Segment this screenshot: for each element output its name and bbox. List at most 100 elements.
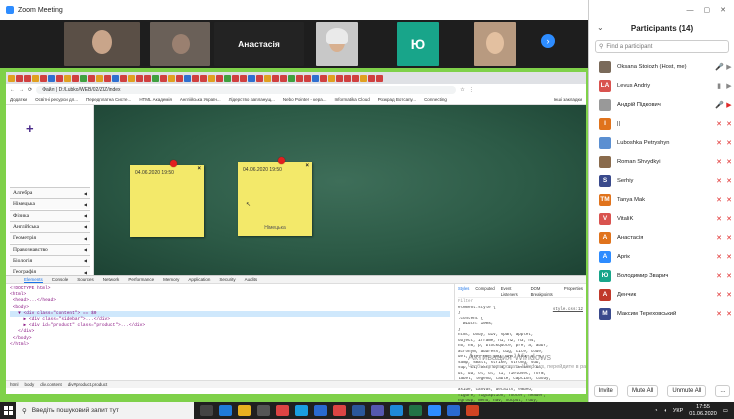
microphone-icon[interactable]: ✕ [715,139,723,147]
browser-tab-favicon-icon[interactable] [296,74,303,82]
zoom-icon[interactable] [428,405,441,416]
file-explorer-icon[interactable] [238,405,251,416]
edge-icon[interactable] [219,405,232,416]
clock[interactable]: 17:55 01.06.2020 [689,404,717,417]
breadcrumb-item[interactable]: div.content [40,382,61,387]
video-camera-icon[interactable]: ✕ [725,272,733,280]
footer-button[interactable]: Invite [593,385,618,397]
browser-tab-favicon-icon[interactable] [32,74,39,82]
footer-button[interactable]: Mute All [626,385,659,397]
browser-tab-favicon-icon[interactable] [48,74,55,82]
video-camera-icon[interactable]: ✕ [725,139,733,147]
browser-tab-favicon-icon[interactable] [304,74,311,82]
note-close-icon[interactable]: × [197,166,201,172]
video-camera-icon[interactable]: ✕ [725,291,733,299]
browser-tab-favicon-icon[interactable] [96,74,103,82]
browser-tab-favicon-icon[interactable] [144,74,151,82]
styles-tab[interactable]: Styles [458,286,469,297]
browser-tab-favicon-icon[interactable] [352,74,359,82]
network-icon[interactable]: ◔ [654,408,657,414]
mail-icon[interactable] [447,405,460,416]
styles-tab[interactable]: Computed [475,286,494,297]
participant-row[interactable]: A Анастасія ✕ ✕ [589,228,734,247]
video-camera-icon[interactable]: ✕ [725,120,733,128]
start-button[interactable] [0,402,16,419]
sidebar-item-subject[interactable]: Фізика ◀ [10,209,90,221]
devtools-tab[interactable]: Application [188,277,210,282]
bookmark-item[interactable]: Передплатна Систе... [86,97,131,102]
store-icon[interactable] [257,405,270,416]
bookmark-item[interactable]: Informatika Cloud [334,97,369,102]
video-camera-icon[interactable]: ✕ [725,234,733,242]
browser-tab-favicon-icon[interactable] [376,74,383,82]
microphone-icon[interactable]: 🎤 [715,101,724,109]
reload-icon[interactable]: ⟳ [28,87,32,93]
sidebar-item-subject[interactable]: Німецька ◀ [10,198,90,210]
microphone-icon[interactable]: 🎤 [715,63,724,71]
menu-dots-icon[interactable]: ⋮ [469,87,474,93]
next-videos-button[interactable]: › [541,34,555,48]
taskbar-search[interactable]: ⚲ Введіть пошуковий запит тут [16,402,194,419]
participant-row[interactable]: M Максим Тереховський ✕ ✕ [589,304,734,323]
video-camera-icon[interactable]: ✕ [725,253,733,261]
participant-row[interactable]: Oksana Stoiozh (Host, me) 🎤 ▶ [589,57,734,76]
microphone-icon[interactable]: ✕ [715,158,723,166]
browser-tab-favicon-icon[interactable] [104,74,111,82]
excel-icon[interactable] [409,405,422,416]
participant-search-input[interactable]: ⚲ Find a participant [595,40,729,53]
browser-tab-favicon-icon[interactable] [168,74,175,82]
participant-row[interactable]: V VitaliK ✕ ✕ [589,209,734,228]
browser-tab-favicon-icon[interactable] [368,74,375,82]
participant-row[interactable]: TM Tanya Mak ✕ ✕ [589,190,734,209]
video-camera-icon[interactable]: ▶ [725,63,733,71]
styles-tab[interactable]: Event Listeners [501,286,525,297]
video-camera-icon[interactable]: ✕ [725,158,733,166]
browser-tab-favicon-icon[interactable] [344,74,351,82]
bookmark-item[interactable]: Освітні ресурси дл... [35,97,78,102]
bookmark-item[interactable]: Nebo Pointer - кера... [283,97,327,102]
video-tile-1[interactable] [64,22,140,66]
breadcrumb-item[interactable]: div#product.product [68,382,108,387]
browser-tab-favicon-icon[interactable] [128,74,135,82]
skype-icon[interactable] [295,405,308,416]
browser-tab-favicon-icon[interactable] [40,74,47,82]
microphone-icon[interactable]: ✕ [715,272,723,280]
microphone-icon[interactable]: ✕ [715,310,723,318]
styles-tab[interactable]: DOM Breakpoints [531,286,558,297]
sidebar-item-subject[interactable]: Англійська ◀ [10,220,90,232]
other-bookmarks[interactable]: Інші закладки [554,97,586,102]
devtools-tab[interactable]: Security [219,277,235,282]
minimize-icon[interactable]: — [687,7,694,14]
devtools-tab[interactable]: Sources [77,277,94,282]
browser-tab-favicon-icon[interactable] [208,74,215,82]
participant-row[interactable]: A Денчик ✕ ✕ [589,285,734,304]
video-tile-letter[interactable]: Ю [397,22,439,66]
devtools-tab[interactable]: Memory [163,277,179,282]
browser-tab-favicon-icon[interactable] [88,74,95,82]
participant-row[interactable]: S Serhiy ✕ ✕ [589,171,734,190]
devtools-tab[interactable]: Audits [245,277,258,282]
browser-tab-favicon-icon[interactable] [184,74,191,82]
sidebar-item-subject[interactable]: Геометрія ◀ [10,232,90,244]
video-tile-name[interactable]: Анастасія [214,22,304,66]
video-tile-4[interactable] [316,22,358,66]
photos-icon[interactable] [314,405,327,416]
sidebar-item-subject[interactable]: Біологія ◀ [10,254,90,266]
browser-tab-favicon-icon[interactable] [336,74,343,82]
browser-tab-favicon-icon[interactable] [256,74,263,82]
star-icon[interactable]: ☆ [460,87,464,93]
bookmark-item[interactable]: Connecting [424,97,447,102]
browser-tab-favicon-icon[interactable] [312,74,319,82]
browser-tab-favicon-icon[interactable] [24,74,31,82]
chrome-icon[interactable] [276,405,289,416]
microphone-icon[interactable]: ✕ [715,253,723,261]
participant-row[interactable]: Roman Shvydkyi ✕ ✕ [589,152,734,171]
footer-button[interactable]: Unmute All [667,385,707,397]
browser-tab-favicon-icon[interactable] [160,74,167,82]
close-icon[interactable]: ✕ [720,6,726,14]
sticky-note-2[interactable]: 04.06.2020 19:50 × Німецька [238,162,312,236]
language-indicator[interactable]: УКР [673,408,683,414]
task-view-icon[interactable] [200,405,213,416]
word-icon[interactable] [352,405,365,416]
video-camera-icon[interactable]: ✕ [725,196,733,204]
